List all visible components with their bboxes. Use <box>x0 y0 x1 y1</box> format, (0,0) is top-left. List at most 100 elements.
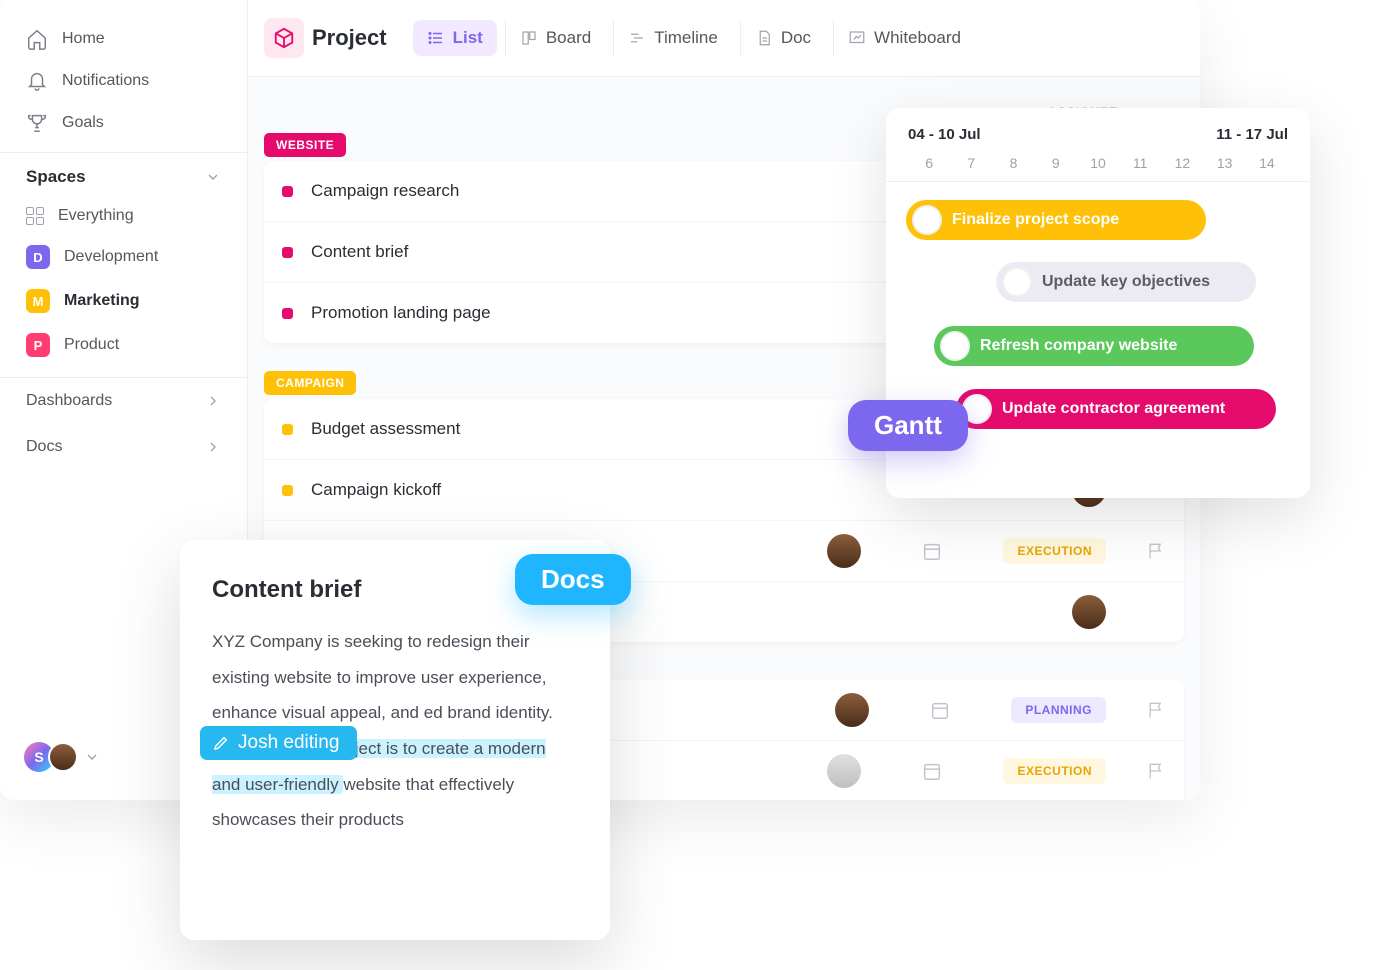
space-development[interactable]: D Development <box>0 235 247 279</box>
chevron-right-icon <box>205 393 221 409</box>
status-badge[interactable]: EXECUTION <box>1003 538 1106 564</box>
chevron-right-icon <box>205 439 221 455</box>
gantt-bar-label: Update contractor agreement <box>1002 400 1225 418</box>
whiteboard-icon <box>848 29 866 47</box>
status-dot <box>282 186 293 197</box>
view-label: Doc <box>781 28 811 48</box>
view-label: Board <box>546 28 591 48</box>
space-everything[interactable]: Everything <box>0 197 247 235</box>
chevron-down-icon <box>84 749 100 765</box>
docs-callout: Docs <box>515 554 631 605</box>
spaces-header[interactable]: Spaces <box>0 152 247 197</box>
day: 11 <box>1119 155 1161 171</box>
bell-icon <box>26 70 48 92</box>
calendar-icon[interactable] <box>929 699 951 721</box>
status-dot <box>282 424 293 435</box>
view-label: List <box>453 28 483 48</box>
flag-icon[interactable] <box>1146 761 1166 781</box>
chevron-down-icon <box>205 169 221 185</box>
trophy-icon <box>26 112 48 134</box>
view-whiteboard[interactable]: Whiteboard <box>833 20 975 56</box>
gantt-bar-label: Update key objectives <box>1042 273 1210 291</box>
space-badge: P <box>26 333 50 357</box>
user-menu[interactable]: S <box>24 742 100 772</box>
gantt-callout: Gantt <box>848 400 968 451</box>
nav-label: Notifications <box>62 72 149 90</box>
day: 7 <box>950 155 992 171</box>
calendar-icon[interactable] <box>921 540 943 562</box>
spaces-header-text: Spaces <box>26 167 86 187</box>
nav-notifications[interactable]: Notifications <box>0 60 247 102</box>
view-doc[interactable]: Doc <box>740 20 825 56</box>
view-timeline[interactable]: Timeline <box>613 20 732 56</box>
toolbar: Project List Board Timeline Doc Whiteboa… <box>248 0 1200 77</box>
timeline-icon <box>628 29 646 47</box>
nav-label: Dashboards <box>26 392 112 410</box>
doc-icon <box>755 29 773 47</box>
gantt-bar-label: Finalize project scope <box>952 211 1119 229</box>
flag-icon[interactable] <box>1146 541 1166 561</box>
space-label: Development <box>64 248 158 266</box>
status-dot <box>282 247 293 258</box>
date-range: 04 - 10 Jul <box>908 126 981 143</box>
gantt-bar[interactable]: Update contractor agreement <box>956 389 1276 429</box>
avatar[interactable] <box>827 754 861 788</box>
nav-goals[interactable]: Goals <box>0 102 247 144</box>
pencil-icon <box>212 734 230 752</box>
day: 9 <box>1035 155 1077 171</box>
view-list[interactable]: List <box>413 20 497 56</box>
avatar <box>1002 267 1032 297</box>
day: 10 <box>1077 155 1119 171</box>
project-title: Project <box>312 25 387 51</box>
editing-indicator: Josh editing <box>200 726 357 760</box>
nav-home[interactable]: Home <box>0 18 247 60</box>
space-badge: D <box>26 245 50 269</box>
group-campaign[interactable]: CAMPAIGN <box>264 371 356 395</box>
space-marketing[interactable]: M Marketing <box>0 279 247 323</box>
status-badge[interactable]: PLANNING <box>1011 697 1106 723</box>
day: 8 <box>992 155 1034 171</box>
nav-label: Goals <box>62 114 104 132</box>
board-icon <box>520 29 538 47</box>
view-board[interactable]: Board <box>505 20 605 56</box>
nav-label: Home <box>62 30 105 48</box>
gantt-bar[interactable]: Update key objectives <box>996 262 1256 302</box>
gantt-days: 6 7 8 9 10 11 12 13 14 <box>886 149 1310 182</box>
everything-icon <box>26 207 44 225</box>
gantt-bar[interactable]: Refresh company website <box>934 326 1254 366</box>
flag-icon[interactable] <box>1146 700 1166 720</box>
day: 6 <box>908 155 950 171</box>
bottom-nav: Dashboards Docs <box>0 377 247 470</box>
status-dot <box>282 485 293 496</box>
space-product[interactable]: P Product <box>0 323 247 367</box>
gantt-bar[interactable]: Finalize project scope <box>906 200 1206 240</box>
nav-dashboards[interactable]: Dashboards <box>0 378 247 424</box>
avatar <box>912 205 942 235</box>
list-icon <box>427 29 445 47</box>
project-icon <box>264 18 304 58</box>
home-icon <box>26 28 48 50</box>
day: 14 <box>1246 155 1288 171</box>
date-range: 11 - 17 Jul <box>1216 126 1288 143</box>
nav-label: Docs <box>26 438 62 456</box>
box-icon <box>273 27 295 49</box>
status-badge[interactable]: EXECUTION <box>1003 758 1106 784</box>
view-label: Timeline <box>654 28 718 48</box>
avatar[interactable] <box>835 693 869 727</box>
calendar-icon[interactable] <box>921 760 943 782</box>
avatar[interactable] <box>827 534 861 568</box>
user-avatar <box>48 742 78 772</box>
gantt-header: 04 - 10 Jul 11 - 17 Jul <box>886 126 1310 149</box>
doc-text: ed brand identity. <box>424 703 553 722</box>
space-label: Product <box>64 336 119 354</box>
status-dot <box>282 308 293 319</box>
space-label: Everything <box>58 207 134 225</box>
editing-text: Josh editing <box>238 732 339 754</box>
avatar <box>940 331 970 361</box>
nav-docs[interactable]: Docs <box>0 424 247 470</box>
gantt-bar-label: Refresh company website <box>980 337 1177 355</box>
space-label: Marketing <box>64 292 140 310</box>
day: 13 <box>1204 155 1246 171</box>
avatar[interactable] <box>1072 595 1106 629</box>
group-website[interactable]: WEBSITE <box>264 133 346 157</box>
